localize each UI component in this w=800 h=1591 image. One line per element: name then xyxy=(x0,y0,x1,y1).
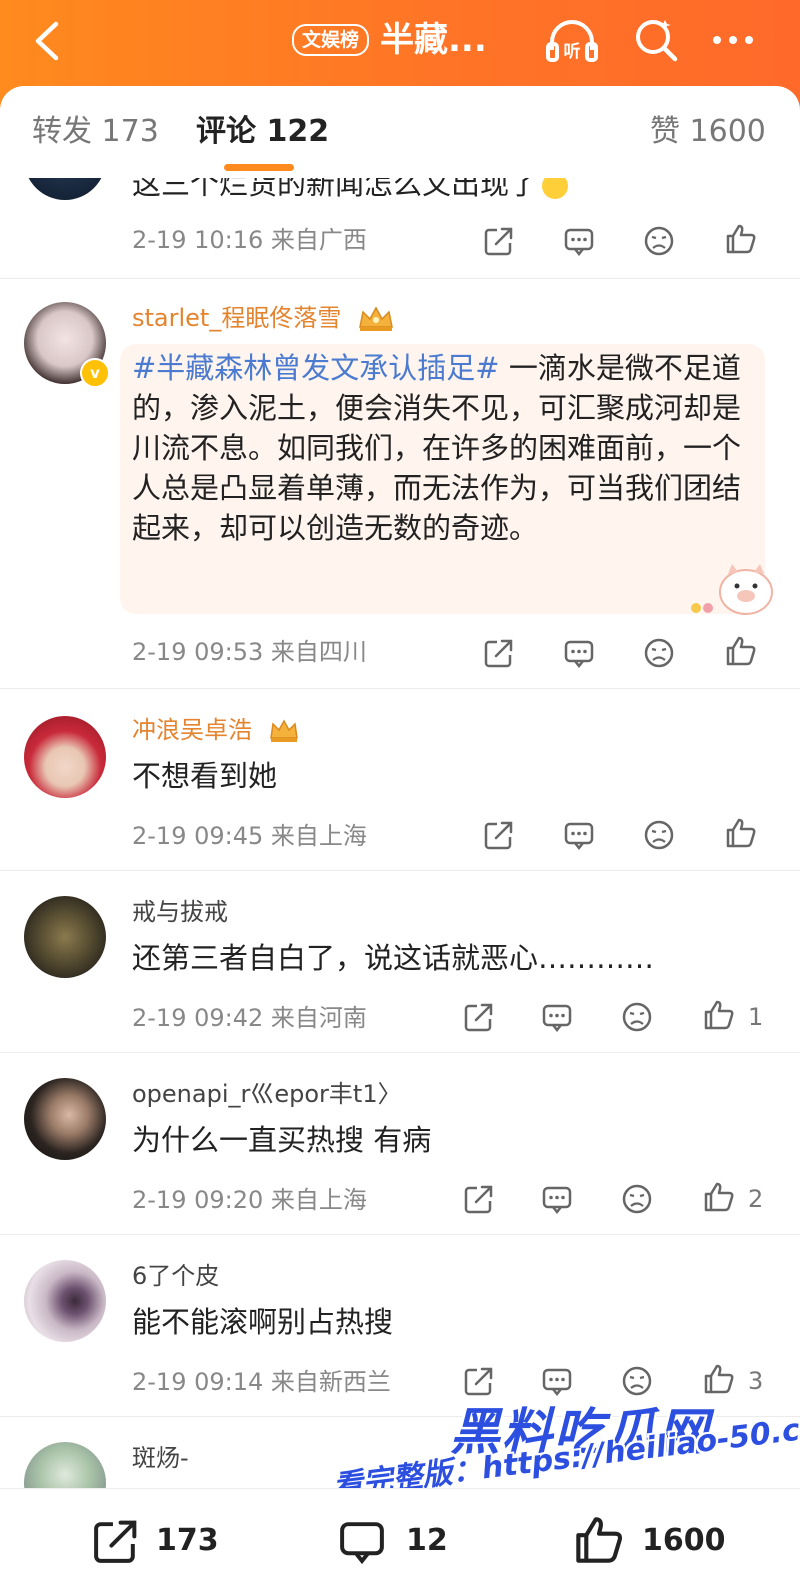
hashtag-link[interactable]: #半藏森林曾发文承认插足# xyxy=(132,351,500,385)
category-tag[interactable]: 文娱榜 xyxy=(292,24,370,56)
comment-text: #半藏森林曾发文承认插足# 一滴水是微不足道的，渗入泥土，便会消失不见，可汇聚成… xyxy=(132,351,742,545)
comment-item: 6了个皮 能不能滚啊别占热搜 2-19 09:14 来自新西兰 3 xyxy=(0,1234,800,1417)
comment-text: 还第三者自白了，说这话就恶心………… xyxy=(132,941,655,975)
cute-pig-sticker-icon xyxy=(691,564,773,615)
avatar[interactable] xyxy=(24,178,106,200)
dislike-face-icon[interactable] xyxy=(642,636,676,670)
laughing-emoji-icon xyxy=(542,178,569,199)
comment-icon[interactable] xyxy=(540,1182,574,1216)
share-icon[interactable] xyxy=(462,1000,496,1034)
headphones-listen-icon[interactable]: 听 xyxy=(544,16,600,66)
bottom-action-bar: 173 12 1600 xyxy=(0,1488,800,1591)
tab-likes[interactable]: 赞 1600 xyxy=(650,112,766,152)
vip-crown-icon xyxy=(359,306,393,331)
share-icon[interactable] xyxy=(482,224,516,258)
avatar[interactable] xyxy=(24,1260,106,1342)
like-thumb-icon[interactable] xyxy=(702,998,736,1032)
comment-username[interactable]: 戒与拔戒 xyxy=(132,896,228,928)
share-icon[interactable] xyxy=(462,1182,496,1216)
like-thumb-icon[interactable] xyxy=(724,222,758,256)
comment-text: 能不能滚啊别占热搜 xyxy=(132,1305,394,1339)
like-count: 1600 xyxy=(642,1523,726,1558)
comment-item: 冲浪吴卓浩 不想看到她 2-19 09:45 来自上海 xyxy=(0,688,800,871)
comment-icon xyxy=(340,1522,384,1565)
avatar[interactable] xyxy=(24,1442,106,1488)
comment-item: 这三个烂货的新闻怎么又出现了 2-19 10:16 来自广西 xyxy=(0,178,800,279)
search-icon[interactable] xyxy=(632,16,680,64)
avatar[interactable] xyxy=(24,896,106,978)
avatar[interactable] xyxy=(24,1078,106,1160)
comment-username[interactable]: 斑炀- xyxy=(132,1442,189,1474)
back-arrow-icon[interactable] xyxy=(28,18,68,64)
comment-text: 这三个烂货的新闻怎么又出现了 xyxy=(132,178,752,204)
dislike-face-icon[interactable] xyxy=(642,224,676,258)
dislike-face-icon[interactable] xyxy=(620,1182,654,1216)
dislike-face-icon[interactable] xyxy=(642,818,676,852)
dislike-face-icon[interactable] xyxy=(620,1000,654,1034)
repost-button[interactable]: 173 xyxy=(90,1511,230,1567)
like-button[interactable]: 1600 xyxy=(572,1511,742,1567)
tab-bar: 转发 173 评论 122 赞 1600 xyxy=(0,92,800,178)
tab-comments[interactable]: 评论 122 xyxy=(196,112,329,152)
comment-username[interactable]: 6了个皮 xyxy=(132,1260,219,1292)
comment-icon[interactable] xyxy=(540,1000,574,1034)
comment-username[interactable]: openapi_r巛epor丰t1〉 xyxy=(132,1078,402,1110)
page-title: 半藏... xyxy=(380,20,487,60)
comment-icon[interactable] xyxy=(562,818,596,852)
comment-item: openapi_r巛epor丰t1〉 为什么一直买热搜 有病 2-19 09:2… xyxy=(0,1052,800,1235)
comment-meta: 2-19 10:16 来自广西 xyxy=(132,226,367,254)
more-options-icon[interactable] xyxy=(710,26,756,54)
repost-count: 173 xyxy=(156,1523,219,1558)
comment-meta: 2-19 09:20 来自上海 xyxy=(132,1186,367,1214)
comment-meta: 2-19 09:53 来自四川 xyxy=(132,638,367,666)
like-thumb-icon[interactable] xyxy=(702,1362,736,1396)
comment-meta: 2-19 09:45 来自上海 xyxy=(132,822,367,850)
comment-icon[interactable] xyxy=(562,636,596,670)
vip-crown-icon xyxy=(269,719,298,742)
like-thumb-icon[interactable] xyxy=(724,634,758,668)
svg-text:听: 听 xyxy=(564,41,581,62)
comment-meta: 2-19 09:42 来自河南 xyxy=(132,1004,367,1032)
avatar[interactable] xyxy=(24,716,106,798)
share-icon[interactable] xyxy=(482,636,516,670)
comment-item: 戒与拔戒 还第三者自白了，说这话就恶心………… 2-19 09:42 来自河南 … xyxy=(0,870,800,1053)
tab-reposts[interactable]: 转发 173 xyxy=(32,112,159,152)
comment-text: 不想看到她 xyxy=(132,759,278,793)
like-thumb-icon[interactable] xyxy=(702,1180,736,1214)
active-tab-indicator xyxy=(224,164,294,171)
comment-text: 为什么一直买热搜 有病 xyxy=(132,1123,432,1157)
like-count: 2 xyxy=(748,1185,764,1213)
comment-username[interactable]: starlet_程眠佟落雪 xyxy=(132,302,395,334)
comment-username[interactable]: 冲浪吴卓浩 xyxy=(132,714,300,746)
comment-item: v starlet_程眠佟落雪 #半藏森林曾发文承认插足# 一滴水是微不足道的，… xyxy=(0,278,800,689)
comment-button[interactable]: 12 xyxy=(336,1511,476,1567)
like-thumb-icon xyxy=(576,1517,623,1563)
share-icon[interactable] xyxy=(482,818,516,852)
like-count: 1 xyxy=(748,1003,764,1031)
like-thumb-icon[interactable] xyxy=(724,816,758,850)
share-icon xyxy=(94,1520,137,1563)
comment-icon[interactable] xyxy=(562,224,596,258)
comment-count: 12 xyxy=(406,1523,448,1558)
